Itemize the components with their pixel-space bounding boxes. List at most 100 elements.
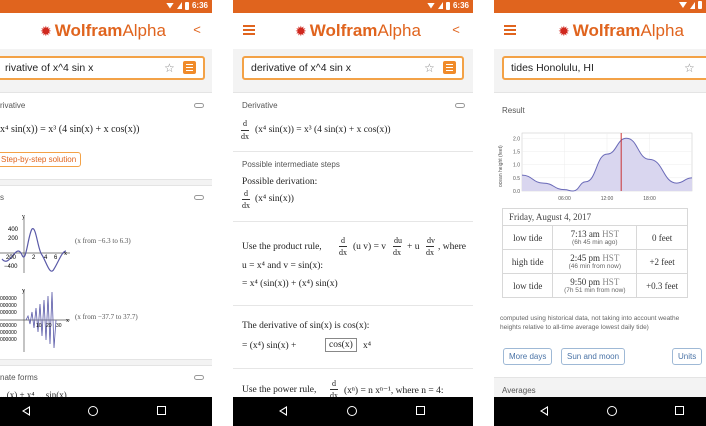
home-icon[interactable] bbox=[607, 406, 617, 416]
tide-relative: (6h 45 min ago) bbox=[572, 239, 618, 246]
plot2-tick: 000000 bbox=[0, 337, 17, 343]
wolfram-logo[interactable]: ✹ Wolfram Alpha bbox=[295, 21, 421, 41]
back-icon[interactable] bbox=[279, 406, 287, 416]
frac-dx: dx bbox=[426, 246, 434, 257]
wolfram-logo[interactable]: ✹ Wolfram Alpha bbox=[558, 21, 684, 41]
app-bar: ✹ Wolfram Alpha < bbox=[233, 13, 473, 49]
hamburger-menu-icon[interactable] bbox=[243, 25, 255, 35]
product-rule-plus: + u bbox=[407, 242, 420, 252]
pod-title: Result bbox=[502, 106, 525, 115]
signal-icon bbox=[176, 2, 182, 9]
logo-word-a: Wolfram bbox=[309, 21, 378, 40]
tide-time: 2:45 pm bbox=[570, 253, 601, 263]
search-bar[interactable]: rivative of x^4 sin x ☆ bbox=[0, 56, 205, 80]
android-nav-bar bbox=[494, 397, 706, 426]
tide-type: low tide bbox=[501, 273, 554, 298]
home-icon[interactable] bbox=[347, 406, 357, 416]
plot2-tick: 000000 bbox=[0, 323, 17, 329]
power-rule-formula: (xⁿ) = n xⁿ⁻¹, where n = 4: bbox=[344, 386, 444, 396]
x-tick-label: 18:00 bbox=[643, 196, 656, 202]
plot-2: y 000000 000000 000000 000000 000000 000… bbox=[0, 288, 70, 352]
status-bar: 6:36 bbox=[233, 0, 473, 13]
plot2-tick: 000000 bbox=[0, 330, 17, 336]
tide-type: high tide bbox=[501, 249, 554, 274]
recent-apps-icon[interactable] bbox=[416, 406, 425, 415]
tide-chart: ocean height (feet) 0.0 0.5 1.0 1.5 2.0 06:0… bbox=[498, 132, 693, 202]
share-icon[interactable]: < bbox=[449, 23, 463, 37]
plot2-x-label: x bbox=[66, 318, 69, 324]
tide-note-line2: heights relative to all-time average low… bbox=[500, 324, 649, 331]
step-by-step-button[interactable]: Step-by-step solution bbox=[0, 152, 82, 167]
logo-word-a: Wolfram bbox=[572, 21, 641, 40]
search-input[interactable]: rivative of x^4 sin x bbox=[5, 62, 93, 74]
plot2-tick: 000000 bbox=[0, 310, 17, 316]
tide-date-header: Friday, August 4, 2017 bbox=[502, 208, 688, 226]
plot-1: y 400 200 200 −400 2 4 6 x bbox=[0, 214, 70, 273]
screen-step-by-step: 6:36 ✹ Wolfram Alpha < derivative of x^4 … bbox=[233, 0, 473, 426]
star-favorite-icon[interactable]: ☆ bbox=[424, 61, 435, 75]
wolfram-star-icon: ✹ bbox=[295, 22, 307, 39]
back-icon[interactable] bbox=[540, 406, 548, 416]
plot1-tick: 200 bbox=[8, 236, 19, 242]
share-icon[interactable]: < bbox=[190, 23, 204, 37]
tide-time-cell: 2:45 pm HST (46 min from now) bbox=[552, 249, 638, 274]
tide-tz: HST bbox=[602, 277, 620, 287]
derivative-result: (x⁴ sin(x)) = x³ (4 sin(x) + x cos(x)) bbox=[255, 125, 391, 135]
plot1-tick: 6 bbox=[54, 255, 58, 261]
plot1-tick: 4 bbox=[44, 255, 48, 261]
link-icon[interactable] bbox=[194, 375, 204, 380]
y-tick-label: 2.0 bbox=[513, 136, 520, 142]
sun-and-moon-button[interactable]: Sun and moon bbox=[561, 348, 626, 365]
product-rule-where: , where bbox=[438, 242, 466, 252]
recent-apps-icon[interactable] bbox=[157, 406, 166, 415]
wolfram-logo[interactable]: ✹ Wolfram Alpha bbox=[40, 21, 166, 41]
y-tick-label: 1.5 bbox=[513, 149, 520, 155]
menu-button[interactable] bbox=[183, 61, 196, 74]
frac-dx: dx bbox=[242, 199, 250, 210]
more-days-button[interactable]: More days bbox=[503, 348, 553, 365]
frac-d: d bbox=[243, 119, 247, 128]
plot1-tick: −400 bbox=[4, 264, 18, 270]
screen-derivative-summary: 6:36 ✹ Wolfram Alpha < rivative of x^4 si… bbox=[0, 0, 212, 426]
menu-button[interactable] bbox=[443, 61, 456, 74]
tide-type: low tide bbox=[501, 225, 554, 250]
x-tick-label: 12:00 bbox=[601, 196, 614, 202]
plot1-y-label: y bbox=[22, 214, 25, 220]
wifi-icon bbox=[165, 2, 174, 9]
search-input[interactable]: derivative of x^4 sin x bbox=[251, 62, 351, 74]
search-bar[interactable]: derivative of x^4 sin x ☆ bbox=[242, 56, 464, 80]
derivative-result: x⁴ sin(x)) = x³ (4 sin(x) + x cos(x)) bbox=[0, 124, 140, 135]
product-rule-formula: (u v) = v bbox=[353, 242, 387, 252]
averages-title: Averages bbox=[502, 386, 536, 395]
battery-icon bbox=[698, 1, 702, 9]
cos-boxed: cos(x) bbox=[325, 338, 357, 352]
back-icon[interactable] bbox=[22, 406, 30, 416]
app-bar: ✹ Wolfram Alpha < bbox=[0, 13, 212, 49]
recent-apps-icon[interactable] bbox=[675, 406, 684, 415]
link-icon[interactable] bbox=[194, 195, 204, 200]
power-rule-text: Use the power rule, bbox=[242, 385, 317, 395]
search-bar[interactable]: tides Honolulu, HI ☆ bbox=[502, 56, 706, 80]
chart-y-label: ocean height (feet) bbox=[498, 145, 504, 187]
screen-tides: ✹ Wolfram Alpha tides Honolulu, HI ☆ Resu… bbox=[494, 0, 706, 426]
plot-1-caption: (x from −6.3 to 6.3) bbox=[75, 237, 131, 245]
units-button[interactable]: Units bbox=[672, 348, 703, 365]
plot2-tick: 10 bbox=[36, 323, 42, 329]
derivation-expr: (x⁴ sin(x)) bbox=[255, 194, 294, 204]
hamburger-menu-icon[interactable] bbox=[504, 25, 516, 35]
pod-plots: s y 400 200 200 −400 2 4 6 x (x from −6.… bbox=[0, 185, 212, 360]
link-icon[interactable] bbox=[194, 103, 204, 108]
tide-relative: (46 min from now) bbox=[568, 263, 621, 270]
table-row: low tide 9:50 pm HST (7h 51 min from now)… bbox=[501, 273, 688, 298]
status-time: 6:36 bbox=[191, 1, 208, 10]
logo-word-a: Wolfram bbox=[54, 21, 123, 40]
home-icon[interactable] bbox=[88, 406, 98, 416]
search-input[interactable]: tides Honolulu, HI bbox=[511, 62, 594, 74]
star-favorite-icon[interactable]: ☆ bbox=[164, 61, 175, 75]
link-icon[interactable] bbox=[455, 103, 465, 108]
star-favorite-icon[interactable]: ☆ bbox=[684, 61, 695, 75]
android-nav-bar bbox=[233, 397, 473, 426]
pod-title: Derivative bbox=[242, 101, 278, 110]
frac-dv: dv bbox=[427, 236, 435, 245]
frac-d: d bbox=[244, 189, 248, 198]
